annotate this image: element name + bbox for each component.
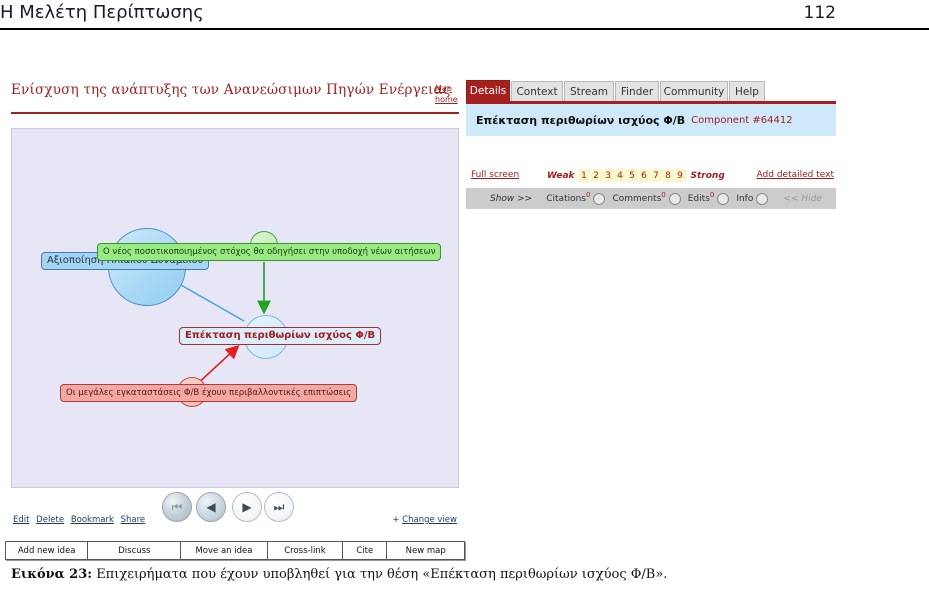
- play-icon: ▶: [242, 500, 252, 514]
- citations-count: 0: [586, 190, 591, 199]
- comments-radio[interactable]: [668, 192, 681, 205]
- change-view-link[interactable]: Change view: [402, 515, 457, 525]
- map-link-share[interactable]: Share: [121, 515, 146, 525]
- rating-9[interactable]: 9: [674, 169, 686, 182]
- nav-first-button[interactable]: ⏮: [162, 492, 192, 522]
- full-screen-link[interactable]: Full screen: [471, 170, 519, 180]
- hide-link[interactable]: << Hide: [783, 194, 821, 204]
- details-header: Επέκταση περιθωρίων ισχύος Φ/Β Component…: [466, 104, 836, 136]
- map-toolbar: Add new idea Discuss Move an idea Cross-…: [5, 541, 465, 560]
- nav-last-button[interactable]: ⏭: [264, 492, 294, 522]
- document-header: Η Μελέτη Περίπτωσης 112: [0, 0, 929, 32]
- new-map-button[interactable]: New map: [386, 541, 465, 560]
- figure-caption-label: Εικόνα 23:: [11, 567, 93, 582]
- page-number: 112: [803, 3, 836, 23]
- map-connectors: [12, 262, 459, 388]
- comments-count: 0: [661, 190, 666, 199]
- map-canvas[interactable]: Αξιοποίηση Ηλιακού Δυναμικού Ο νέος ποσο…: [11, 128, 459, 488]
- rating-scale: Weak 1 2 3 4 5 6 7 8 9 Strong: [543, 169, 729, 182]
- map-link-bookmark[interactable]: Bookmark: [71, 515, 114, 525]
- details-header-title: Επέκταση περιθωρίων ισχύος Φ/Β: [476, 113, 686, 127]
- play-backward-icon: ◀: [206, 500, 216, 514]
- show-item-info[interactable]: Info: [736, 192, 772, 205]
- details-tabs: Details Context Stream Finder Community …: [466, 80, 836, 102]
- details-panel: Details Context Stream Finder Community …: [466, 80, 836, 211]
- details-component-id: Component #64412: [691, 114, 793, 126]
- tab-context[interactable]: Context: [511, 81, 563, 101]
- map-title-divider: [11, 112, 459, 114]
- node-label-expansion[interactable]: Επέκταση περιθωρίων ισχύος Φ/Β: [179, 327, 382, 345]
- rating-5[interactable]: 5: [626, 169, 638, 182]
- rating-6[interactable]: 6: [638, 169, 650, 182]
- tab-finder[interactable]: Finder: [615, 81, 659, 101]
- map-link-edit[interactable]: Edit: [13, 515, 29, 525]
- show-item-comments[interactable]: Comments 0: [612, 190, 684, 205]
- rating-strong-label: Strong: [690, 170, 725, 181]
- map-action-links: Edit Delete Bookmark Share: [13, 515, 149, 525]
- tab-details[interactable]: Details: [466, 80, 510, 101]
- page-root: Η Μελέτη Περίπτωσης 112 Ενίσχυση της ανά…: [0, 0, 929, 601]
- details-rating-row: Full screen Weak 1 2 3 4 5 6 7 8 9 Stron…: [466, 167, 836, 187]
- citations-radio[interactable]: [593, 192, 606, 205]
- add-detailed-text-link[interactable]: Add detailed text: [757, 170, 834, 180]
- show-item-edits[interactable]: Edits 0: [687, 190, 734, 205]
- map-nav-buttons: ⏮ ◀ ▶ ⏭: [154, 492, 294, 526]
- details-body-blank: [466, 136, 836, 167]
- map-home-link[interactable]: Map home: [435, 83, 469, 105]
- node-label-impact[interactable]: Οι μεγάλες εγκαταστάσεις Φ/Β έχουν περιβ…: [60, 384, 358, 402]
- tab-stream[interactable]: Stream: [564, 81, 614, 101]
- rating-1[interactable]: 1: [578, 169, 590, 182]
- figure-caption: Εικόνα 23: Επιχειρήματα που έχουν υποβλη…: [11, 567, 911, 582]
- info-label: Info: [736, 193, 754, 204]
- step-backward-icon: ⏮: [171, 500, 183, 514]
- rating-3[interactable]: 3: [602, 169, 614, 182]
- figure-caption-text: Επιχειρήματα που έχουν υποβληθεί για την…: [92, 567, 668, 582]
- document-header-title: Η Μελέτη Περίπτωσης: [0, 2, 204, 23]
- info-radio[interactable]: [756, 192, 769, 205]
- map-title: Ενίσχυση της ανάπτυξης των Ανανεώσιμων Π…: [11, 82, 451, 98]
- show-item-citations[interactable]: Citations 0: [546, 190, 609, 205]
- step-forward-icon: ⏭: [273, 500, 285, 514]
- rating-8[interactable]: 8: [662, 169, 674, 182]
- cross-link-button[interactable]: Cross-link: [266, 541, 343, 560]
- rating-2[interactable]: 2: [590, 169, 602, 182]
- edits-count: 0: [709, 190, 715, 199]
- change-view-prefix: +: [392, 515, 403, 525]
- tab-community[interactable]: Community: [660, 81, 728, 101]
- show-label: Show >>: [490, 193, 533, 204]
- add-new-idea-button[interactable]: Add new idea: [5, 541, 88, 560]
- citations-label: Citations: [546, 193, 586, 204]
- edits-label: Edits: [687, 193, 710, 204]
- nav-previous-button[interactable]: ◀: [196, 492, 226, 522]
- cite-button[interactable]: Cite: [342, 541, 387, 560]
- discuss-button[interactable]: Discuss: [87, 541, 181, 560]
- nav-play-button[interactable]: ▶: [232, 492, 262, 522]
- edits-radio[interactable]: [717, 192, 730, 205]
- rating-4[interactable]: 4: [614, 169, 626, 182]
- map-title-row: Ενίσχυση της ανάπτυξης των Ανανεώσιμων Π…: [11, 81, 458, 109]
- details-show-row: Show >> Citations 0 Comments 0 Edits 0 Info…: [466, 188, 836, 209]
- map-link-delete[interactable]: Delete: [36, 515, 64, 525]
- header-divider: [0, 28, 929, 30]
- change-view-control[interactable]: + Change view: [392, 515, 457, 525]
- tab-help[interactable]: Help: [729, 81, 765, 101]
- node-label-goal[interactable]: Ο νέος ποσοτικοποιημένος στόχος θα οδηγή…: [97, 243, 442, 261]
- comments-label: Comments: [612, 193, 662, 204]
- rating-7[interactable]: 7: [650, 169, 662, 182]
- move-an-idea-button[interactable]: Move an idea: [180, 541, 267, 560]
- rating-weak-label: Weak: [547, 170, 575, 181]
